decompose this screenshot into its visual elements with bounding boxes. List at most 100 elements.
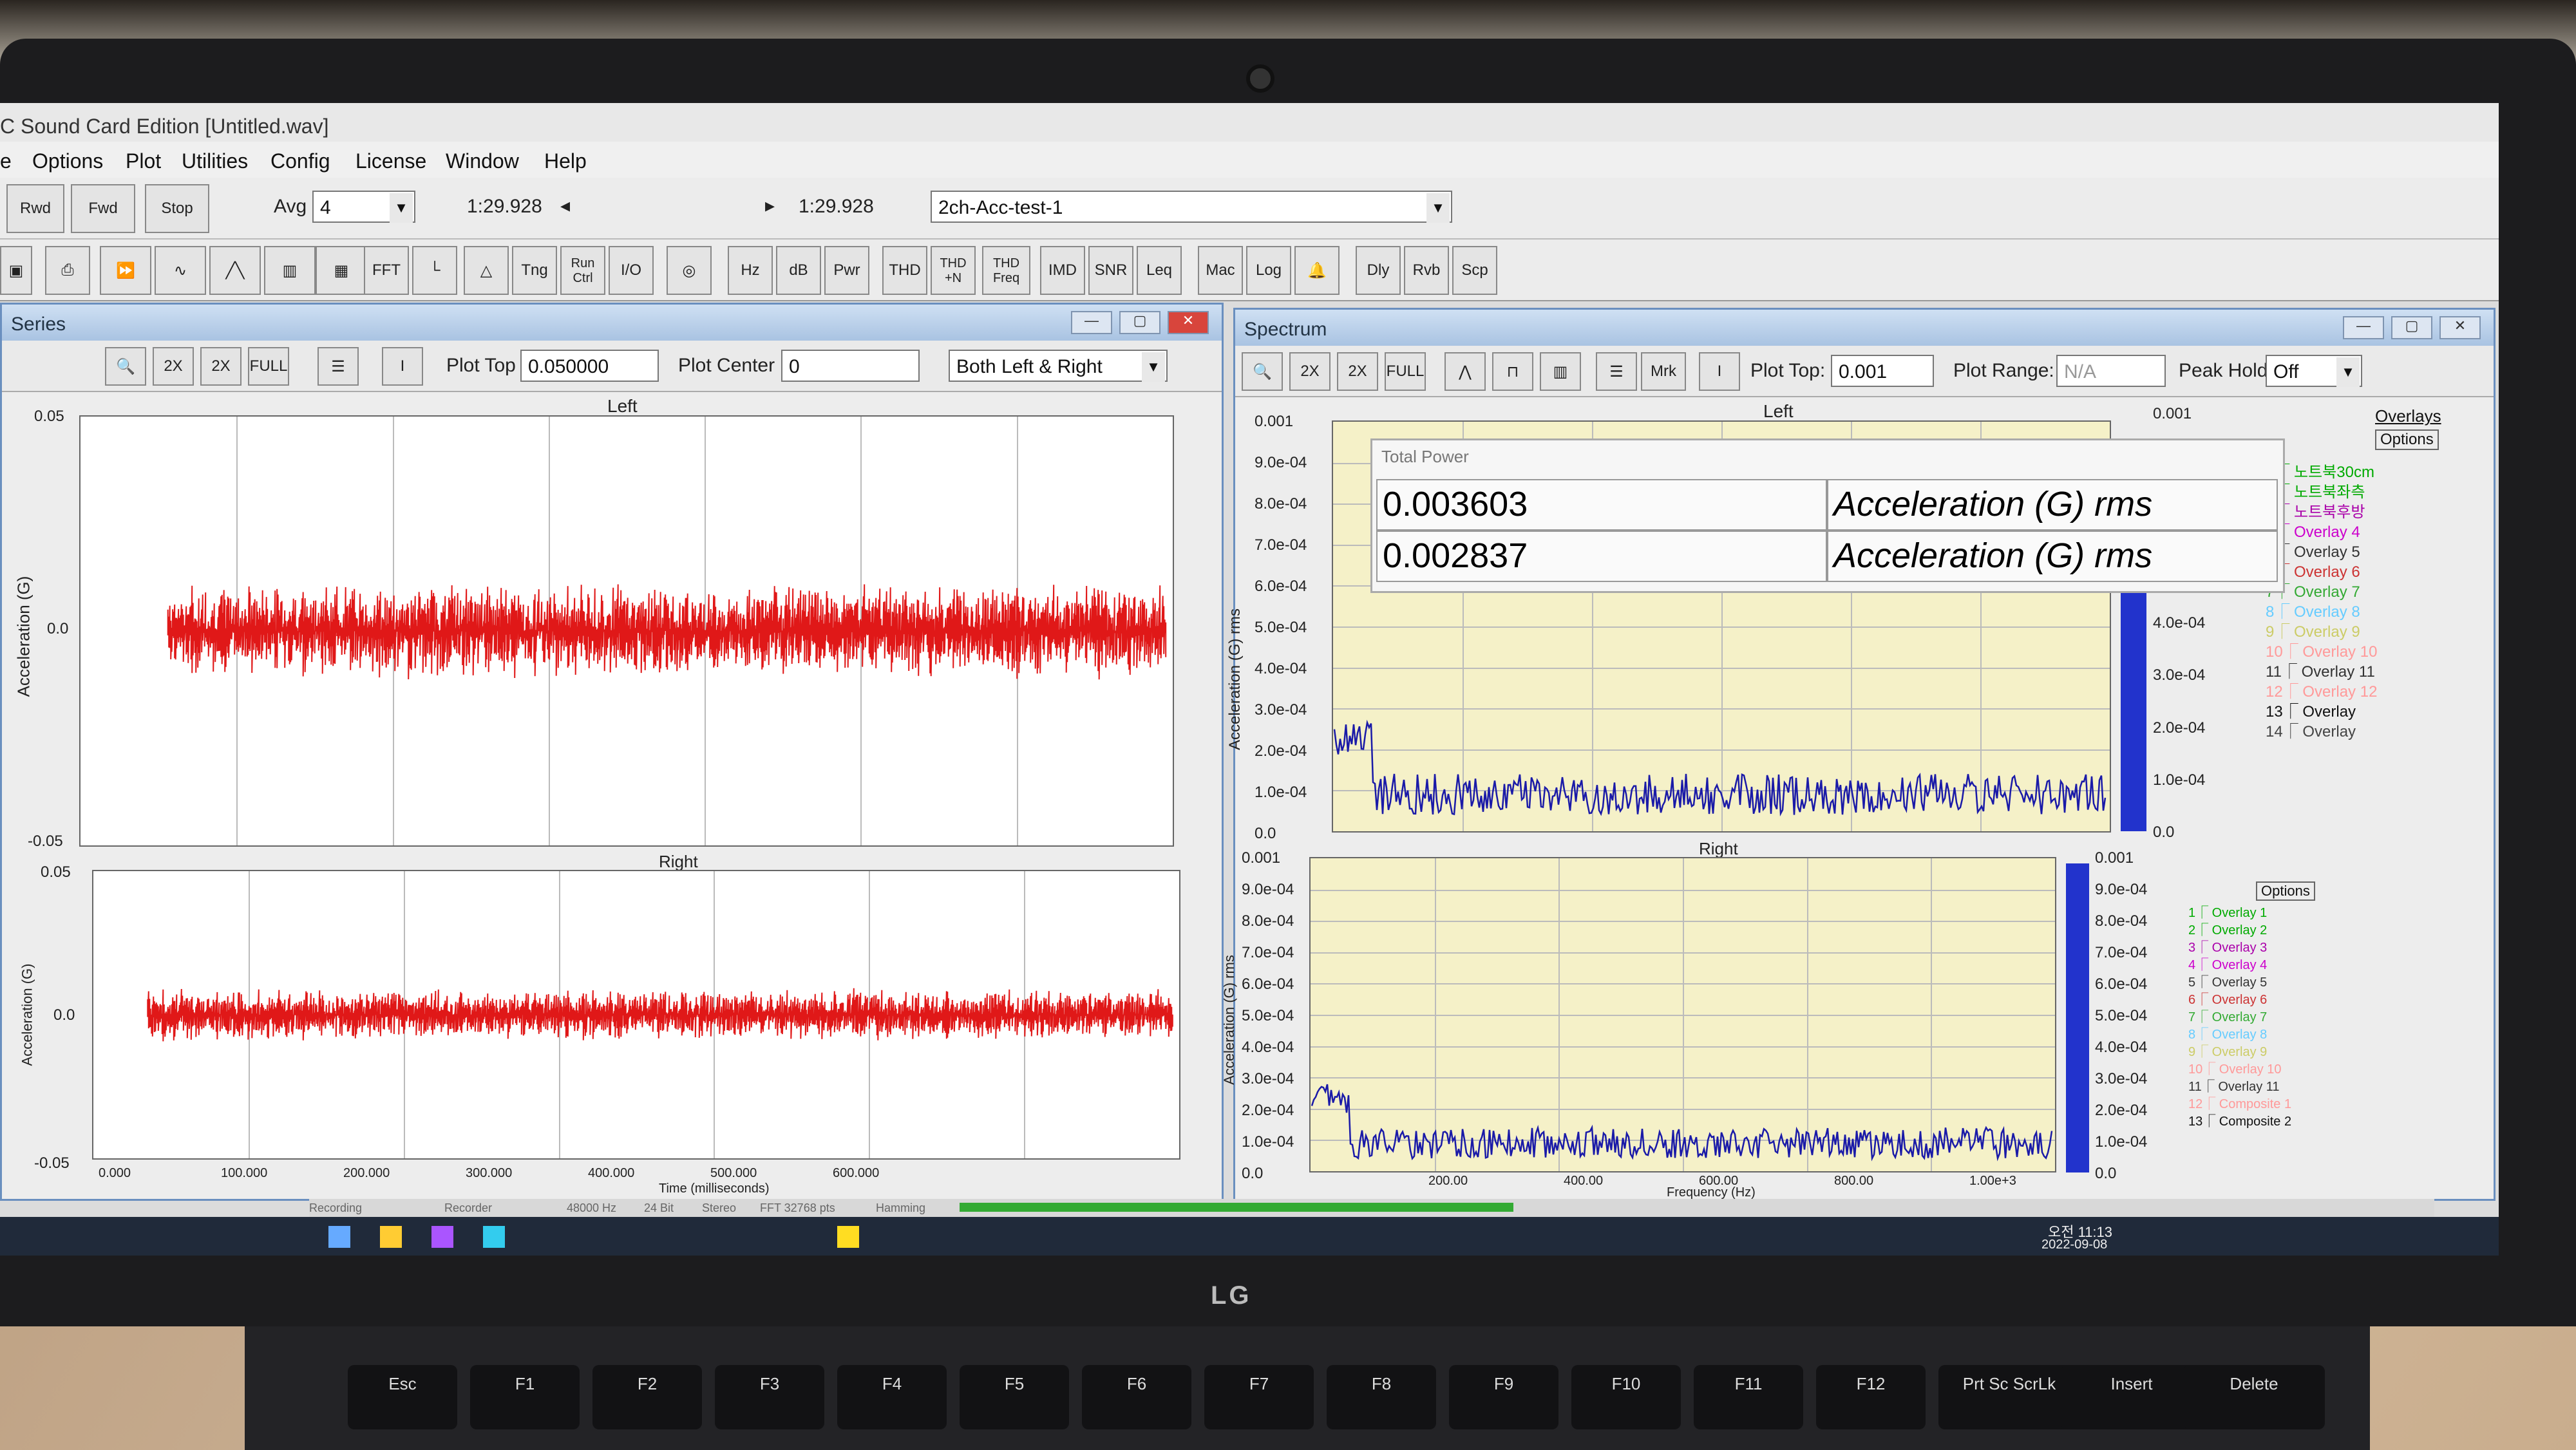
close-icon[interactable]: ✕ — [1168, 311, 1209, 334]
keyboard-key[interactable]: F5 — [960, 1365, 1069, 1429]
scroll-right-icon[interactable]: ▸ — [765, 194, 775, 217]
overlay-item[interactable]: 9⎾ Overlay 9 — [2266, 619, 2360, 641]
maximize-icon[interactable]: ▢ — [2391, 316, 2432, 339]
menu-item-help[interactable]: Help — [544, 149, 587, 173]
run-ctrl-button[interactable]: Run Ctrl — [560, 246, 605, 295]
thdn-button[interactable]: THD +N — [931, 246, 976, 295]
mac-button[interactable]: Mac — [1198, 246, 1243, 295]
snr-button[interactable]: SNR — [1088, 246, 1133, 295]
chat-icon[interactable] — [837, 1226, 859, 1248]
spectrum-icon[interactable]: ▦ — [316, 246, 367, 295]
overlay-item[interactable]: 14⎾ Overlay — [2266, 719, 2356, 741]
zoom-out-2x-icon[interactable]: 2X — [1337, 352, 1378, 391]
zoom-icon[interactable]: 🔍 — [105, 347, 146, 386]
leq-button[interactable]: Leq — [1137, 246, 1182, 295]
zoom-full-icon[interactable]: FULL — [1385, 352, 1426, 391]
hz-button[interactable]: Hz — [728, 246, 773, 295]
overlay-item[interactable]: 12⎾ Overlay 12 — [2266, 679, 2377, 701]
overlay-item[interactable]: 7⎾ Overlay 7 — [2188, 1006, 2267, 1025]
menu-item-options[interactable]: Options — [32, 149, 103, 173]
bell-icon[interactable]: 🔔 — [1294, 246, 1340, 295]
right-time-plot[interactable] — [92, 870, 1180, 1160]
overlay-item[interactable]: 5⎾ Overlay 5 — [2188, 972, 2267, 990]
overlay-item[interactable]: 6⎾ Overlay 6 — [2188, 989, 2267, 1008]
keyboard-key[interactable]: F8 — [1327, 1365, 1436, 1429]
menu-item-plot[interactable]: Plot — [126, 149, 161, 173]
overlay-item[interactable]: 12⎾ Composite 1 — [2188, 1093, 2291, 1112]
browser-icon[interactable] — [483, 1226, 505, 1248]
overlay-item[interactable]: 3⎾ Overlay 3 — [2188, 937, 2267, 956]
imd-button[interactable]: IMD — [1040, 246, 1085, 295]
overlay-item[interactable]: 13⎾ Overlay — [2266, 699, 2356, 721]
keyboard-key[interactable]: F9 — [1449, 1365, 1558, 1429]
settings-icon[interactable]: ☰ — [1596, 352, 1637, 391]
scp-button[interactable]: Scp — [1452, 246, 1497, 295]
save-icon[interactable]: ▣ — [0, 246, 32, 295]
config-select[interactable]: 2ch-Acc-test-1 ▼ — [931, 191, 1452, 223]
rewind-button[interactable]: Rwd — [6, 184, 64, 233]
keyboard-key[interactable]: F6 — [1082, 1365, 1191, 1429]
channel-select[interactable]: Both Left & Right ▼ — [949, 350, 1168, 382]
overlays-options-button[interactable]: Options — [2375, 429, 2439, 450]
menu-item-utilities[interactable]: Utilities — [182, 149, 248, 173]
overlay-item[interactable]: 9⎾ Overlay 9 — [2188, 1041, 2267, 1060]
bars-icon[interactable]: ▥ — [264, 246, 316, 295]
overlay-item[interactable]: 8⎾ Overlay 8 — [2188, 1024, 2267, 1042]
file-explorer-icon[interactable] — [380, 1226, 402, 1248]
keyboard-key[interactable]: Esc — [348, 1365, 457, 1429]
overlays-header[interactable]: Overlays — [2375, 406, 2441, 426]
minimize-icon[interactable]: — — [1071, 311, 1112, 334]
zoom-full-icon[interactable]: FULL — [248, 347, 289, 386]
pwr-button[interactable]: Pwr — [824, 246, 869, 295]
cursor-icon[interactable]: I — [382, 347, 423, 386]
overlay-item[interactable]: 11⎾ Overlay 11 — [2266, 659, 2375, 681]
octave-icon[interactable]: ⊓ — [1492, 352, 1533, 391]
triangle-icon[interactable]: △ — [464, 246, 509, 295]
log-button[interactable]: Log — [1246, 246, 1291, 295]
app-icon[interactable] — [431, 1226, 453, 1248]
keyboard-key[interactable]: F1 — [470, 1365, 580, 1429]
bars-icon[interactable]: ▥ — [1540, 352, 1581, 391]
close-icon[interactable]: ✕ — [2439, 316, 2481, 339]
db-button[interactable]: dB — [776, 246, 821, 295]
oscillator-icon[interactable]: ◎ — [667, 246, 712, 295]
zoom-in-2x-icon[interactable]: 2X — [153, 347, 194, 386]
keyboard-key[interactable]: F7 — [1204, 1365, 1314, 1429]
keyboard-key[interactable]: F2 — [592, 1365, 702, 1429]
minimize-icon[interactable]: — — [2343, 316, 2384, 339]
overlay-item[interactable]: 2⎾ Overlay 2 — [2188, 919, 2267, 938]
settings-icon[interactable]: ☰ — [317, 347, 359, 386]
menu-item-file[interactable]: e — [0, 149, 12, 173]
overlay-item[interactable]: 11⎾ Overlay 11 — [2188, 1076, 2280, 1095]
plot-center-input[interactable]: 0 — [781, 350, 920, 382]
keyboard-key[interactable]: F10 — [1571, 1365, 1681, 1429]
plot-range-input[interactable]: N/A — [2056, 355, 2166, 387]
plot-top-input[interactable]: 0.050000 — [520, 350, 659, 382]
forward-button[interactable]: Fwd — [71, 184, 135, 233]
print-icon[interactable]: ⎙ — [45, 246, 90, 295]
overlay-item[interactable]: 10⎾ Overlay 10 — [2266, 639, 2377, 661]
keyboard-key[interactable]: F12 — [1816, 1365, 1926, 1429]
stop-button[interactable]: Stop — [145, 184, 209, 233]
right-spectrum-plot[interactable] — [1309, 857, 2056, 1172]
zoom-out-2x-icon[interactable]: 2X — [200, 347, 242, 386]
dly-button[interactable]: Dly — [1356, 246, 1401, 295]
avg-select[interactable]: 4 ▼ — [312, 191, 415, 223]
keyboard-key[interactable]: F3 — [715, 1365, 824, 1429]
fast-forward-icon[interactable]: ⏩ — [100, 246, 151, 295]
start-icon[interactable] — [328, 1226, 350, 1248]
rvb-button[interactable]: Rvb — [1404, 246, 1449, 295]
overlay-item[interactable]: 10⎾ Overlay 10 — [2188, 1059, 2282, 1077]
keyboard-key[interactable]: Delete — [2183, 1365, 2325, 1429]
zoom-icon[interactable]: 🔍 — [1242, 352, 1283, 391]
menu-item-config[interactable]: Config — [270, 149, 330, 173]
thd-button[interactable]: THD — [882, 246, 927, 295]
scroll-left-icon[interactable]: ◂ — [560, 194, 570, 217]
waveform-icon[interactable]: ╱╲ — [209, 246, 261, 295]
menu-item-window[interactable]: Window — [446, 149, 519, 173]
overlay-item[interactable]: 13⎾ Composite 2 — [2188, 1111, 2291, 1129]
thd-freq-button[interactable]: THD Freq — [982, 246, 1030, 295]
axis-icon[interactable]: └ — [412, 246, 457, 295]
menu-item-license[interactable]: License — [355, 149, 426, 173]
keyboard-key[interactable]: F11 — [1694, 1365, 1803, 1429]
